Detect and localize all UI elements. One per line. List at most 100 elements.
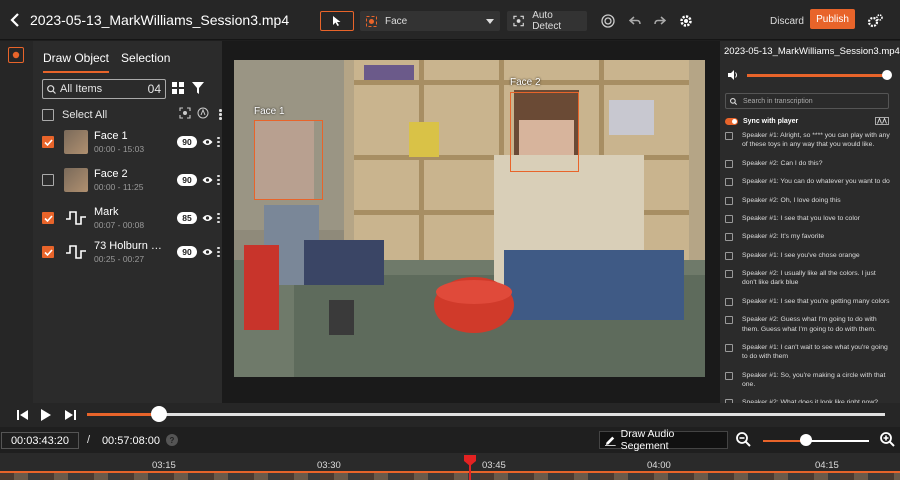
playhead-marker-icon[interactable] (463, 453, 477, 480)
draw-audio-segment-button[interactable]: Draw Audio Segement (599, 428, 728, 452)
item-checkbox[interactable] (42, 212, 54, 224)
tab-draw-object[interactable]: Draw Object (43, 51, 110, 73)
undo-button[interactable] (626, 12, 644, 30)
transcript-line-checkbox[interactable] (725, 297, 733, 306)
transcript-line-checkbox[interactable] (725, 251, 733, 260)
item-name: Face 1 (94, 130, 128, 142)
sync-toggle[interactable] (725, 117, 738, 125)
list-item-face-1[interactable]: Face 1 00:00 - 15:03 90 (42, 127, 220, 157)
video-frame[interactable]: Face 1 Face 2 (234, 60, 705, 377)
item-filter-select[interactable]: All Items 04 (42, 79, 166, 99)
zoom-in-icon[interactable] (880, 432, 895, 447)
list-item-address[interactable]: 73 Holburn Stre... 00:25 - 00:27 90 (42, 237, 220, 267)
list-item-face-2[interactable]: Face 2 00:00 - 11:25 90 (42, 165, 220, 195)
eye-icon[interactable] (202, 138, 213, 146)
current-time-field[interactable]: 00:03:43:20 (1, 432, 79, 449)
search-placeholder: Search in transcription (743, 97, 813, 105)
zoom-slider[interactable] (763, 440, 869, 442)
detect-type-dropdown[interactable]: Face (360, 11, 500, 31)
preferences-button[interactable] (866, 12, 884, 30)
auto-detect-button[interactable]: Auto Detect (507, 10, 587, 32)
transcript-line-checkbox[interactable] (725, 343, 733, 352)
item-checkbox[interactable] (42, 136, 54, 148)
transcript-line[interactable]: Speaker #2: I usually like all the color… (725, 269, 895, 288)
grid-view-button[interactable] (172, 81, 184, 97)
transcript-line[interactable]: Speaker #1: I see that you love to color (725, 214, 895, 223)
publish-button[interactable]: Publish (810, 9, 855, 29)
transcript-line-checkbox[interactable] (725, 316, 733, 325)
settings-button[interactable] (677, 12, 695, 30)
face-detect-icon (366, 15, 377, 27)
text-size-button[interactable] (875, 117, 889, 125)
transcript-line[interactable]: Speaker #1: I can't wait to see what you… (725, 343, 895, 362)
select-tool-button[interactable] (320, 11, 354, 31)
play-icon[interactable] (41, 409, 51, 421)
item-name: 73 Holburn Stre... (94, 240, 164, 252)
target-button[interactable] (599, 12, 617, 30)
search-icon (47, 84, 56, 94)
check-icon (43, 248, 53, 256)
transcript-line-checkbox[interactable] (725, 371, 733, 380)
item-menu-icon[interactable] (217, 212, 220, 224)
volume-icon[interactable] (728, 70, 739, 80)
rewind-icon[interactable] (17, 410, 29, 420)
eye-icon[interactable] (202, 176, 213, 184)
volume-knob[interactable] (882, 69, 892, 80)
zoom-knob[interactable] (800, 434, 812, 446)
eye-icon[interactable] (202, 248, 213, 256)
discard-button[interactable]: Discard (760, 11, 814, 31)
left-rail (0, 41, 33, 403)
fast-forward-icon[interactable] (64, 410, 76, 420)
time-separator: / (87, 434, 91, 446)
transcript-line[interactable]: Speaker #1: I see that you're getting ma… (725, 297, 895, 306)
face-tool-button[interactable] (8, 47, 24, 63)
tab-selection[interactable]: Selection (121, 51, 170, 73)
transcript-line[interactable]: Speaker #1: You can do whatever you want… (725, 177, 895, 187)
transcript-line[interactable]: Speaker #2: Oh, I love doing this (725, 196, 895, 205)
item-checkbox[interactable] (42, 246, 54, 258)
transcript-line-checkbox[interactable] (725, 233, 733, 242)
item-menu-icon[interactable] (217, 246, 220, 258)
bounding-box-face-2[interactable] (510, 92, 579, 172)
ruler-tick: 03:45 (482, 460, 506, 471)
item-meta: Face 2 00:00 - 11:25 (94, 168, 177, 192)
item-checkbox[interactable] (42, 174, 54, 186)
transcript-line-checkbox[interactable] (725, 270, 733, 278)
seek-bar[interactable] (87, 406, 885, 422)
transcript-line-checkbox[interactable] (725, 214, 733, 223)
file-title: 2023-05-13_MarkWilliams_Session3.mp4 (30, 11, 290, 28)
transcript-line-checkbox[interactable] (725, 159, 733, 168)
transcript-line-checkbox[interactable] (725, 196, 733, 205)
filter-button[interactable] (192, 81, 204, 97)
transcript-line-text: Speaker #1: So, you're making a circle w… (742, 371, 886, 388)
transcript-line[interactable]: Speaker #2: It's my favorite (725, 232, 895, 242)
audio-scan-button[interactable] (197, 107, 209, 122)
transcript-line[interactable]: Speaker #2: Can I do this? (725, 159, 895, 168)
eye-icon[interactable] (202, 214, 213, 222)
list-item-mark[interactable]: Mark 00:07 - 00:08 85 (42, 203, 220, 233)
bounding-box-face-1[interactable] (254, 120, 323, 200)
transcript-line[interactable]: Speaker #1: I see you've chose orange (725, 251, 895, 260)
item-time: 00:07 - 00:08 (94, 220, 145, 230)
volume-slider[interactable] (747, 69, 892, 80)
transcript-line[interactable]: Speaker #1: So, you're making a circle w… (725, 371, 895, 390)
item-menu-icon[interactable] (217, 174, 220, 186)
transcript-line-checkbox[interactable] (725, 132, 733, 140)
transcript-line[interactable]: Speaker #1: Alright, so **** you can pla… (725, 131, 895, 150)
filmstrip (0, 473, 900, 480)
timeline-ruler[interactable]: 03:15 03:30 03:45 04:00 04:15 (0, 453, 900, 480)
face-thumbnail (64, 130, 88, 154)
transcript-line[interactable]: Speaker #2: Guess what I'm going to do w… (725, 315, 895, 334)
seek-bar-knob[interactable] (150, 406, 167, 422)
transcript-search-input[interactable]: Search in transcription (725, 93, 889, 109)
search-icon (730, 97, 737, 105)
back-button[interactable] (0, 0, 30, 40)
seek-bar-progress (87, 413, 159, 416)
help-icon[interactable]: ? (166, 434, 178, 446)
zoom-out-icon[interactable] (736, 432, 751, 447)
scan-button[interactable] (179, 107, 191, 122)
item-menu-icon[interactable] (217, 136, 220, 148)
redo-button[interactable] (651, 12, 669, 30)
transcript-line-checkbox[interactable] (725, 178, 733, 187)
select-all-checkbox[interactable] (42, 108, 54, 121)
